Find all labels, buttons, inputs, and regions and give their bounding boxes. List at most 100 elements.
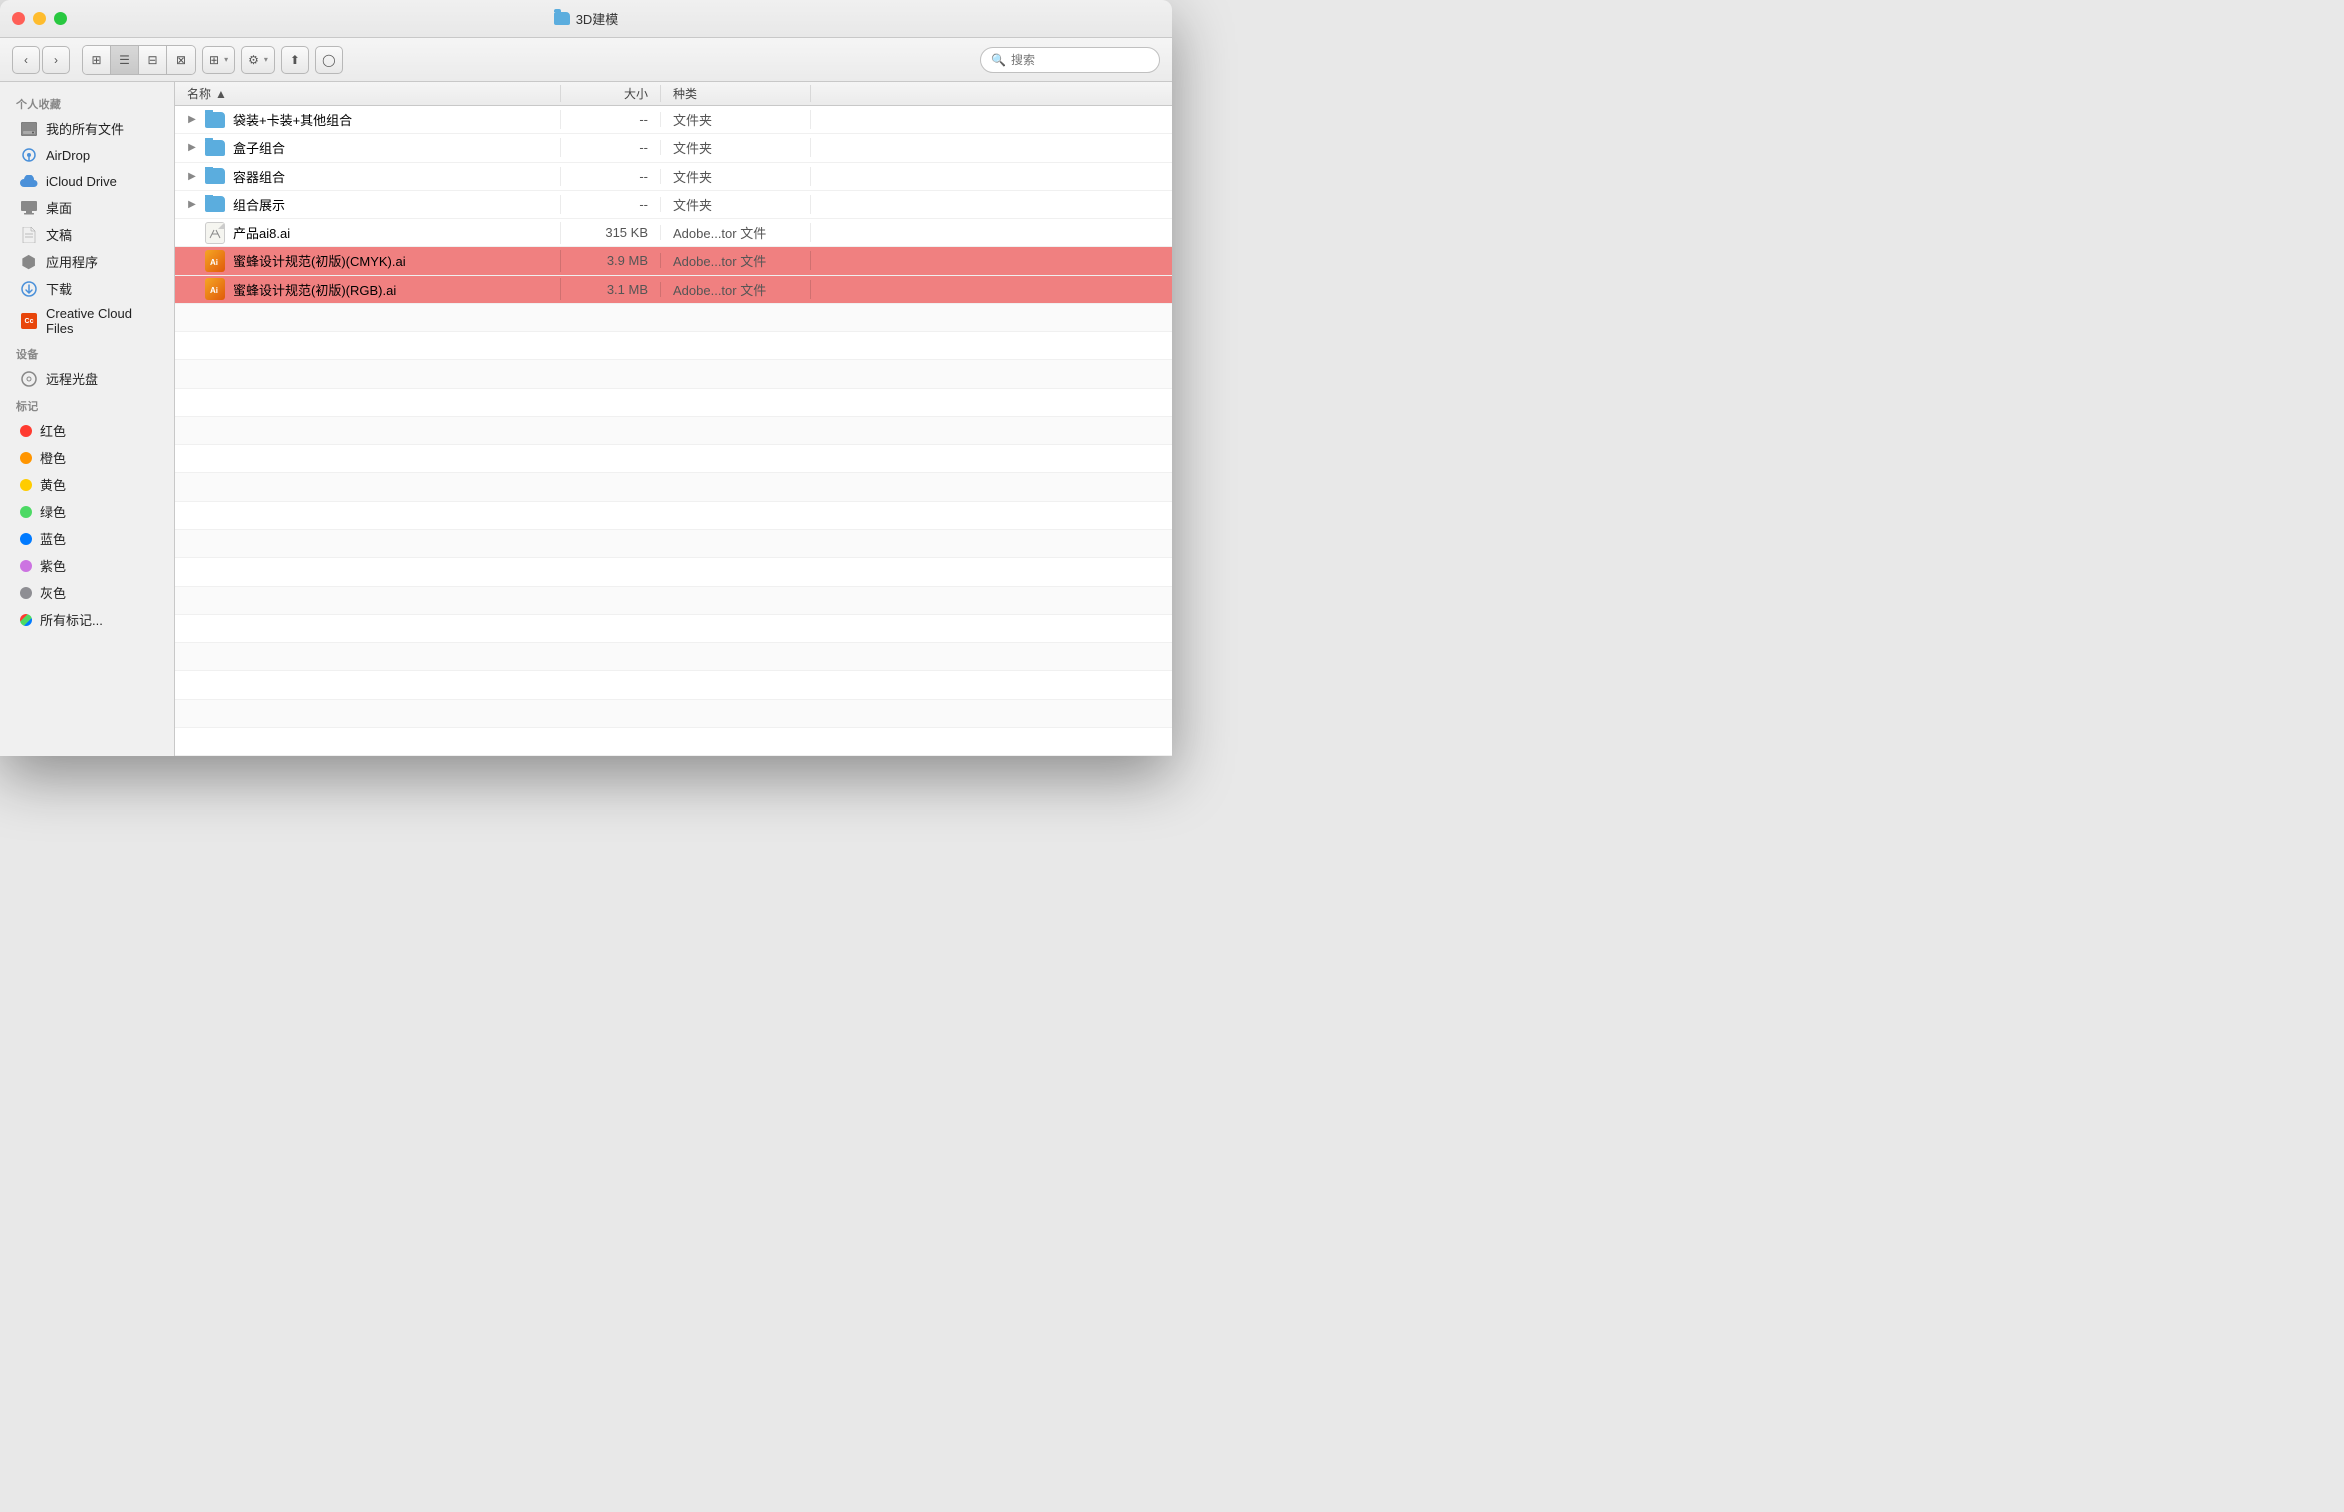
file-name-label: 蜜蜂设计规范(初版)(CMYK).ai	[233, 251, 406, 270]
file-row-name: ▶ 产品ai8.ai	[175, 222, 561, 244]
file-row[interactable]: ▶ 容器组合 -- 文件夹	[175, 163, 1172, 191]
window-controls[interactable]	[12, 12, 67, 25]
col-kind-header[interactable]: 种类	[661, 85, 811, 102]
file-size: 315 KB	[561, 225, 661, 240]
nav-buttons[interactable]: ‹ ›	[12, 46, 70, 74]
file-name-label: 组合展示	[233, 195, 285, 214]
sidebar-item-documents-label: 文稿	[46, 225, 72, 244]
tag-gray-label: 灰色	[40, 583, 66, 602]
sidebar-item-tag-red[interactable]: 红色	[4, 417, 170, 444]
sidebar-item-airdrop-label: AirDrop	[46, 148, 90, 163]
file-size: 3.1 MB	[561, 282, 661, 297]
file-list-content: 名称 ▲ 大小 种类 ▶ 袋装+卡装+其他组合 -- 文件夹 ▶	[175, 82, 1172, 756]
file-row-empty	[175, 332, 1172, 360]
tag-blue-label: 蓝色	[40, 529, 66, 548]
svg-text:Ai: Ai	[210, 258, 218, 267]
file-row[interactable]: ▶ 产品ai8.ai 315 KB Adobe...tor 文件	[175, 219, 1172, 247]
sidebar-item-tag-blue[interactable]: 蓝色	[4, 525, 170, 552]
folder-icon	[205, 112, 225, 128]
sidebar-item-downloads-label: 下载	[46, 279, 72, 298]
expand-triangle-icon[interactable]: ▶	[187, 115, 197, 125]
sidebar-item-optical[interactable]: 远程光盘	[4, 365, 170, 392]
forward-button[interactable]: ›	[42, 46, 70, 74]
column-headers: 名称 ▲ 大小 种类	[175, 82, 1172, 106]
sidebar-item-all-files[interactable]: 我的所有文件	[4, 115, 170, 142]
tag-purple-label: 紫色	[40, 556, 66, 575]
action-button[interactable]: ⚙ ▾	[241, 46, 275, 74]
gear-icon: ⚙	[248, 53, 259, 67]
red-tag-dot	[20, 425, 32, 437]
file-row-empty	[175, 587, 1172, 615]
title-folder-icon	[554, 12, 570, 25]
search-input[interactable]	[1011, 53, 1141, 67]
sidebar: 个人收藏 我的所有文件 AirDrop	[0, 82, 175, 756]
sidebar-item-icloud[interactable]: iCloud Drive	[4, 168, 170, 194]
tag-icon: ◯	[322, 53, 335, 67]
sidebar-item-tag-green[interactable]: 绿色	[4, 498, 170, 525]
col-name-header[interactable]: 名称 ▲	[175, 85, 561, 102]
col-size-header[interactable]: 大小	[561, 85, 661, 102]
icloud-icon	[20, 172, 38, 190]
file-row-name: ▶ 容器组合	[175, 167, 561, 186]
expand-triangle-icon[interactable]: ▶	[187, 143, 197, 153]
file-size: --	[561, 140, 661, 155]
file-row-empty	[175, 700, 1172, 728]
file-row[interactable]: ▶ 组合展示 -- 文件夹	[175, 191, 1172, 219]
back-button[interactable]: ‹	[12, 46, 40, 74]
col-name-label: 名称	[187, 85, 211, 102]
sidebar-item-airdrop[interactable]: AirDrop	[4, 142, 170, 168]
downloads-icon	[20, 280, 38, 298]
view-coverflow-button[interactable]: ⊠	[167, 46, 195, 74]
col-kind-label: 种类	[673, 87, 697, 101]
view-icon-grid-icon: ⊞	[91, 53, 101, 67]
file-row[interactable]: ▶ Ai 蜜蜂设计规范(初版)(RGB).ai 3.1 MB Adobe...t…	[175, 276, 1172, 304]
file-row-empty	[175, 304, 1172, 332]
sidebar-item-tag-orange[interactable]: 橙色	[4, 444, 170, 471]
sidebar-item-tag-purple[interactable]: 紫色	[4, 552, 170, 579]
file-row[interactable]: ▶ Ai 蜜蜂设计规范(初版)(CMYK).ai 3.9 MB Adobe...…	[175, 247, 1172, 275]
ai-file-selected-icon: Ai	[205, 278, 225, 300]
view-buttons-group[interactable]: ⊞ ☰ ⊟ ⊠	[82, 45, 196, 75]
sidebar-item-documents[interactable]: 文稿	[4, 221, 170, 248]
view-columns-button[interactable]: ⊟	[139, 46, 167, 74]
maximize-button[interactable]	[54, 12, 67, 25]
folder-icon	[205, 196, 225, 212]
sidebar-item-tag-gray[interactable]: 灰色	[4, 579, 170, 606]
documents-icon	[20, 226, 38, 244]
view-icon-button[interactable]: ⊞	[83, 46, 111, 74]
sidebar-item-all-tags[interactable]: 所有标记...	[4, 606, 170, 633]
file-row-empty	[175, 643, 1172, 671]
minimize-button[interactable]	[33, 12, 46, 25]
file-kind: 文件夹	[661, 167, 811, 186]
tag-button[interactable]: ◯	[315, 46, 343, 74]
applications-icon	[20, 253, 38, 271]
file-kind: 文件夹	[661, 138, 811, 157]
sidebar-item-downloads[interactable]: 下载	[4, 275, 170, 302]
close-button[interactable]	[12, 12, 25, 25]
file-name-label: 容器组合	[233, 167, 285, 186]
sidebar-item-tag-yellow[interactable]: 黄色	[4, 471, 170, 498]
window-title: 3D建模	[576, 9, 619, 28]
search-box[interactable]: 🔍	[980, 47, 1160, 73]
desktop-icon	[20, 199, 38, 217]
file-size: --	[561, 197, 661, 212]
view-list-button[interactable]: ☰	[111, 46, 139, 74]
expand-triangle-icon[interactable]: ▶	[187, 171, 197, 181]
file-name-label: 袋装+卡装+其他组合	[233, 110, 352, 129]
file-size: --	[561, 112, 661, 127]
view-columns-icon: ⊟	[147, 53, 157, 67]
file-row[interactable]: ▶ 盒子组合 -- 文件夹	[175, 134, 1172, 162]
sidebar-item-applications[interactable]: 应用程序	[4, 248, 170, 275]
sidebar-item-cc-files[interactable]: Cc Creative Cloud Files	[4, 302, 170, 340]
sidebar-item-desktop[interactable]: 桌面	[4, 194, 170, 221]
expand-triangle-icon[interactable]: ▶	[187, 199, 197, 209]
file-kind: Adobe...tor 文件	[661, 223, 811, 242]
sidebar-item-all-files-label: 我的所有文件	[46, 119, 124, 138]
arrange-button[interactable]: ⊞ ▾	[202, 46, 235, 74]
tag-orange-label: 橙色	[40, 448, 66, 467]
folder-icon	[205, 168, 225, 184]
file-row[interactable]: ▶ 袋装+卡装+其他组合 -- 文件夹	[175, 106, 1172, 134]
share-button[interactable]: ⬆	[281, 46, 309, 74]
cc-files-icon: Cc	[20, 312, 38, 330]
sidebar-item-cc-files-label: Creative Cloud Files	[46, 306, 154, 336]
